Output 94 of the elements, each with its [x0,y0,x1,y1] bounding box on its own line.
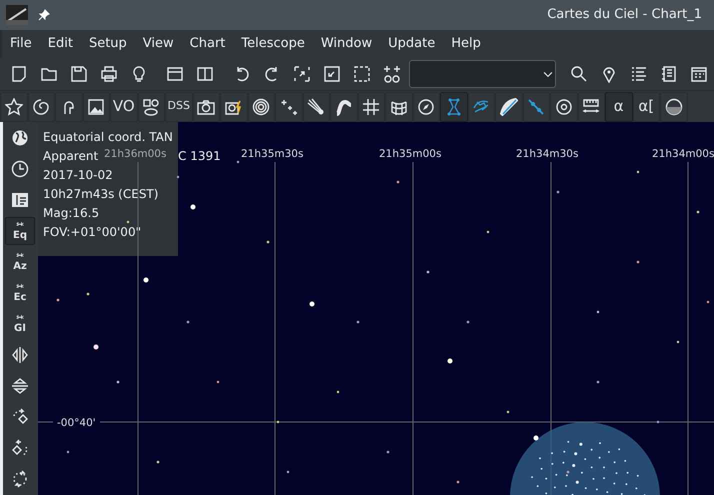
print-icon [100,65,118,83]
stars-icon [382,65,401,83]
window-title: Cartes du Ciel - Chart_1 [547,6,702,24]
app-logo-icon [6,5,28,25]
ra-axis-label: 21h35m00s [379,148,442,160]
rotate-right-icon [11,408,29,426]
info-text: 2017-10-02 [43,167,113,184]
compass-icon [417,98,436,116]
object-label: C 1391 [178,149,221,163]
list-icon [630,65,648,83]
search-icon [570,65,588,83]
menu-item[interactable]: Edit [40,34,81,54]
line-segment-button[interactable] [522,92,550,122]
image-button[interactable] [82,92,110,122]
info-panel-icon [11,191,29,209]
toolbar-text-button[interactable]: VO [110,92,138,122]
zoom-out-icon [322,65,341,83]
comet-icon [307,98,326,116]
sparkles-icon [280,98,298,116]
globe-icon [11,129,29,147]
constellation-figure-button[interactable] [468,92,495,122]
coordinate-grid-button[interactable]: Az [5,248,35,276]
constellation-figure-icon [472,98,490,116]
sparkles-button[interactable] [275,92,302,122]
constellation-button[interactable] [440,92,468,122]
compass-button[interactable] [412,92,440,122]
selection-icon [352,65,371,83]
toolbar-text-button[interactable]: DSS [165,92,192,122]
camera-button[interactable] [192,92,220,122]
image-icon [87,98,106,116]
dec-axis-label: -00°40' [57,417,96,429]
zoom-in-icon [292,65,311,83]
layout-rows-icon [166,65,184,83]
menu-item[interactable]: Update [380,34,444,54]
coordinate-grid-button[interactable]: Eq [5,217,35,245]
constellation-icon [444,98,463,116]
info-text: Equatorial coord. TAN [43,129,173,146]
layout-columns-icon [196,65,214,83]
info-text: 10h27m43s (CEST) [43,186,158,203]
menu-item[interactable]: Chart [182,34,234,54]
ra-axis-label: 21h36m00s [104,148,166,160]
rotate-left-icon [11,439,29,457]
half-circle-button[interactable] [660,92,688,122]
info-text: Apparent [43,148,98,165]
curve-icon [334,98,353,116]
new-file-icon [10,65,28,83]
toolbar-text-button[interactable]: α[ [632,92,660,122]
ruler-button[interactable] [578,92,605,122]
half-circle-icon [664,98,683,116]
clock-icon [11,160,29,178]
nebula-button[interactable] [55,92,82,122]
menu-item[interactable]: Telescope [233,34,313,54]
menu-item[interactable]: Setup [80,34,135,54]
coordinate-grid-button[interactable]: GI [5,310,35,338]
ra-axis-label: 21h35m30s [241,148,304,160]
target-icon [252,98,270,116]
milky-way-button[interactable] [495,92,522,122]
menu-item[interactable]: Window [312,34,380,54]
toolbar-text-button[interactable]: α [605,92,632,122]
line-segment-icon [527,98,546,116]
flip-vertical-icon [11,377,29,395]
star-icon [4,98,23,116]
galaxy-icon [32,98,50,116]
ra-axis-label: 21h34m00s [652,148,714,160]
menu-item[interactable]: View [134,34,182,54]
grid-button[interactable] [358,92,385,122]
flip-horizontal-icon [11,346,29,364]
coordinate-grid-button[interactable]: Ec [5,279,35,307]
notebook-icon [660,65,678,83]
menu-item[interactable]: File [2,34,40,54]
info-text: Mag:16.5 [43,205,100,222]
save-icon [70,65,88,83]
camera-flash-button[interactable] [220,92,248,122]
camera-flash-icon [224,98,243,116]
target-button[interactable] [248,92,275,122]
dome-grid-button[interactable] [385,92,412,122]
menu-item[interactable]: Help [443,34,489,54]
rotate-arrows-icon [11,470,29,488]
star-button[interactable] [0,92,28,122]
curve-button[interactable] [330,92,358,122]
calendar-icon [690,65,708,83]
galaxy-button[interactable] [28,92,55,122]
info-text: FOV:+01°00'00" [43,224,142,241]
shapes-icon [142,98,160,116]
comet-button[interactable] [302,92,330,122]
grid-icon [362,98,380,116]
ra-axis-label: 21h34m30s [516,148,578,160]
ruler-icon [582,98,600,116]
circle-target-icon [554,98,573,116]
camera-icon [197,98,216,116]
milky-way-icon [500,98,518,116]
circle-target-button[interactable] [550,92,578,122]
shapes-button[interactable] [138,92,165,122]
pin-icon[interactable] [38,9,50,21]
